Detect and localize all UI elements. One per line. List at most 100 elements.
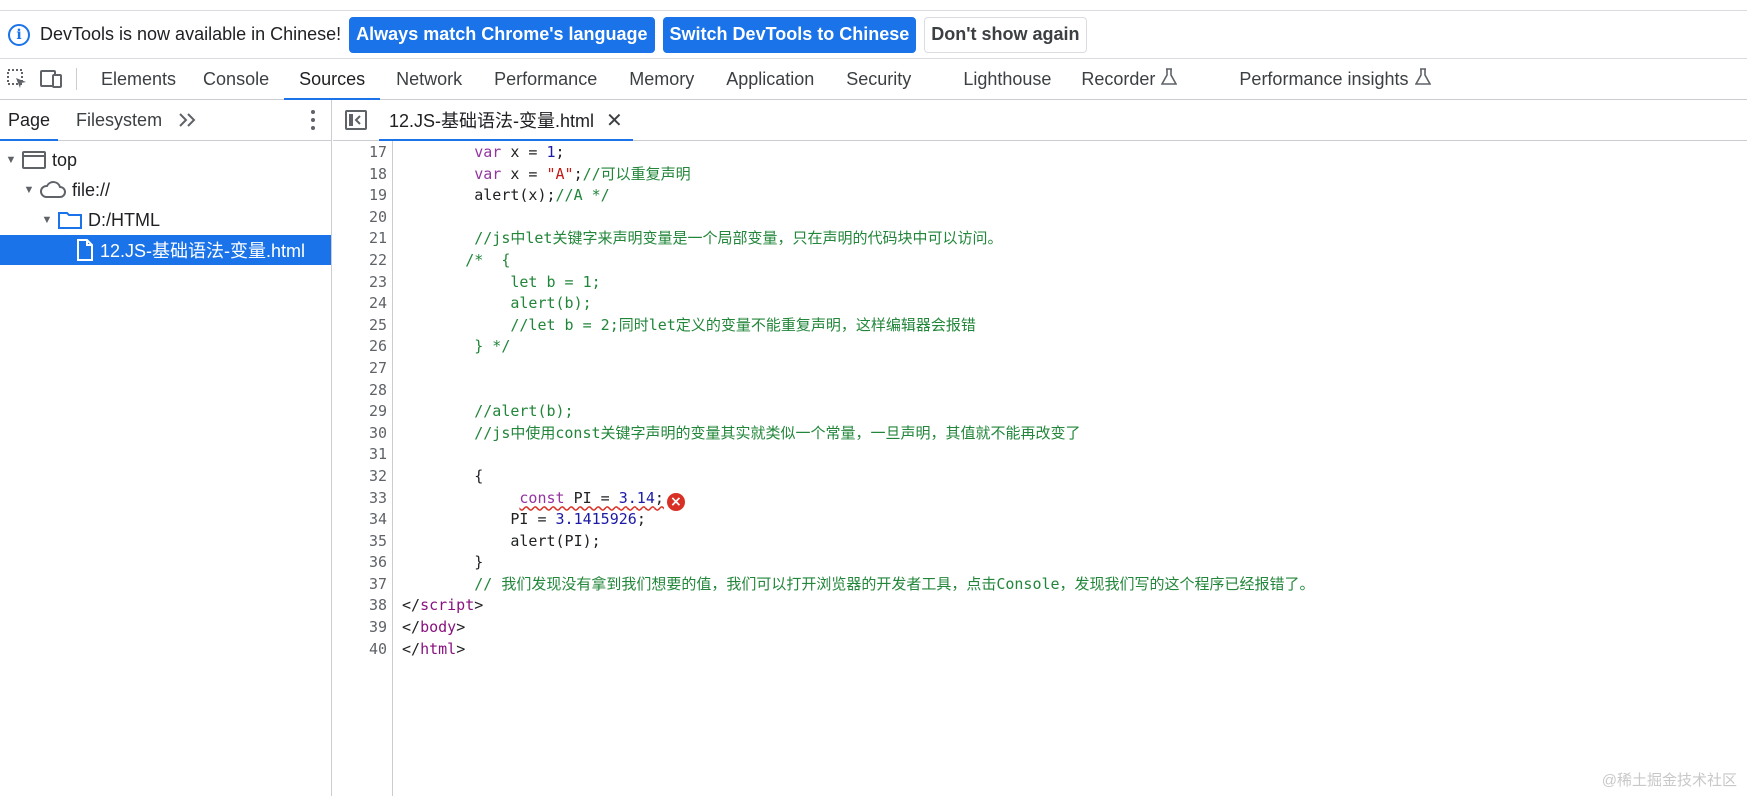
code-token: "A" <box>546 164 574 183</box>
line-number[interactable]: 37 <box>333 574 387 596</box>
code-line[interactable]: 36 } <box>333 552 483 574</box>
line-number[interactable]: 33 <box>333 488 387 510</box>
code-line[interactable]: 20 <box>333 207 387 229</box>
line-number[interactable]: 27 <box>333 358 387 380</box>
code-line[interactable]: 40 </html> <box>333 639 465 661</box>
toolbar-divider <box>76 68 77 90</box>
tab-recorder[interactable]: Recorder <box>1067 59 1191 99</box>
code-line[interactable]: 34 PI = 3.1415926; <box>333 509 646 531</box>
code-line[interactable]: 27 <box>333 358 387 380</box>
code-line[interactable]: 31 <box>333 444 387 466</box>
line-number[interactable]: 21 <box>333 228 387 250</box>
tab-application[interactable]: Application <box>710 59 830 99</box>
code-line[interactable]: 35 alert(PI); <box>333 531 601 553</box>
toggle-navigator-icon[interactable] <box>333 100 379 140</box>
code-line[interactable]: 37 // 我们发现没有拿到我们想要的值，我们可以打开浏览器的开发者工具，点击C… <box>333 574 1315 596</box>
source-editor: 12.JS-基础语法-变量.html ✕ 17 var x = 1; 18 var… <box>333 100 1747 796</box>
tab-security[interactable]: Security <box>830 59 927 99</box>
code-token: x = <box>501 164 547 183</box>
code-token: //可以重复声明 <box>582 164 691 183</box>
line-number[interactable]: 29 <box>333 401 387 423</box>
line-number[interactable]: 28 <box>333 380 387 402</box>
expand-triangle-icon[interactable]: ▼ <box>4 154 18 166</box>
line-number[interactable]: 20 <box>333 207 387 229</box>
tab-recorder-label: Recorder <box>1081 68 1156 89</box>
tab-network[interactable]: Network <box>380 59 478 99</box>
code-line[interactable]: 21 //js中let关键字来声明变量是一个局部变量，只在声明的代码块中可以访问… <box>333 228 1003 250</box>
code-line[interactable]: 28 <box>333 380 387 402</box>
code-text: } <box>402 552 483 574</box>
code-text: //alert(b); <box>402 401 573 423</box>
more-options-icon[interactable] <box>311 110 315 130</box>
line-number[interactable]: 25 <box>333 315 387 337</box>
tab-performance[interactable]: Performance <box>478 59 613 99</box>
code-line[interactable]: 30 //js中使用const关键字声明的变量其实就类似一个常量，一旦声明，其值… <box>333 423 1081 445</box>
always-match-language-button[interactable]: Always match Chrome's language <box>349 16 655 53</box>
tree-node-file[interactable]: 12.JS-基础语法-变量.html <box>0 235 331 265</box>
info-icon: i <box>8 23 30 46</box>
editor-file-tab[interactable]: 12.JS-基础语法-变量.html ✕ <box>379 100 633 141</box>
tree-node-folder[interactable]: ▼ D:/HTML <box>0 205 331 235</box>
code-text: { <box>402 466 483 488</box>
code-line[interactable]: 29 //alert(b); <box>333 401 574 423</box>
code-line[interactable]: 32 { <box>333 466 483 488</box>
tree-node-label: file:// <box>72 179 111 200</box>
dont-show-again-button[interactable]: Don't show again <box>924 16 1087 53</box>
line-number[interactable]: 36 <box>333 552 387 574</box>
line-number[interactable]: 38 <box>333 595 387 617</box>
line-number[interactable]: 30 <box>333 423 387 445</box>
line-number[interactable]: 34 <box>333 509 387 531</box>
code-line[interactable]: 24 alert(b); <box>333 293 592 315</box>
device-toolbar-icon[interactable] <box>34 59 68 99</box>
code-token: var <box>474 164 502 183</box>
code-line[interactable]: 26 } */ <box>333 336 510 358</box>
code-line[interactable]: 38 </script> <box>333 595 483 617</box>
line-number[interactable]: 22 <box>333 250 387 272</box>
code-line[interactable]: 17 var x = 1; <box>333 142 565 164</box>
code-text: //js中let关键字来声明变量是一个局部变量，只在声明的代码块中可以访问。 <box>402 228 1002 250</box>
expand-triangle-icon[interactable]: ▼ <box>22 184 36 196</box>
code-token: } <box>402 553 484 572</box>
line-number[interactable]: 19 <box>333 185 387 207</box>
switch-to-chinese-button[interactable]: Switch DevTools to Chinese <box>662 16 917 53</box>
tree-node-label: D:/HTML <box>88 209 160 230</box>
code-line[interactable]: 33 const PI = 3.14; × <box>333 488 685 512</box>
code-area[interactable]: 17 var x = 1; 18 var x = "A";//可以重复声明 19 a… <box>333 141 1747 796</box>
code-token: </ <box>402 596 421 615</box>
tab-performance-insights[interactable]: Performance insights <box>1191 59 1444 99</box>
expand-triangle-icon[interactable]: ▼ <box>40 214 54 226</box>
line-number[interactable]: 18 <box>333 164 387 186</box>
line-number[interactable]: 26 <box>333 336 387 358</box>
line-number[interactable]: 35 <box>333 531 387 553</box>
more-tabs-icon[interactable] <box>170 100 206 140</box>
code-text: alert(PI); <box>402 531 600 553</box>
line-number[interactable]: 40 <box>333 639 387 661</box>
line-number[interactable]: 17 <box>333 142 387 164</box>
tab-sources[interactable]: Sources <box>284 59 381 100</box>
code-line[interactable]: 18 var x = "A";//可以重复声明 <box>333 164 691 186</box>
code-line[interactable]: 19 alert(x);//A */ <box>333 185 610 207</box>
code-token: /* { <box>402 250 511 269</box>
tab-lighthouse[interactable]: Lighthouse <box>927 59 1067 99</box>
tab-memory[interactable]: Memory <box>613 59 710 99</box>
code-text: alert(b); <box>402 293 591 315</box>
tab-elements[interactable]: Elements <box>89 59 188 99</box>
line-number[interactable]: 32 <box>333 466 387 488</box>
code-line[interactable]: 25 //let b = 2;同时let定义的变量不能重复声明，这样编辑器会报错 <box>333 315 976 337</box>
error-icon[interactable]: × <box>666 493 685 512</box>
tab-page[interactable]: Page <box>0 100 59 141</box>
tab-filesystem[interactable]: Filesystem <box>58 100 170 140</box>
code-line[interactable]: 22 /* { <box>333 250 510 272</box>
code-line[interactable]: 39 </body> <box>333 617 465 639</box>
line-number[interactable]: 23 <box>333 272 387 294</box>
tree-node-file-origin[interactable]: ▼ file:// <box>0 175 331 205</box>
line-number[interactable]: 31 <box>333 444 387 466</box>
inspect-element-icon[interactable] <box>0 59 34 99</box>
line-number[interactable]: 24 <box>333 293 387 315</box>
tree-node-top[interactable]: ▼ top <box>0 145 331 175</box>
line-number[interactable]: 39 <box>333 617 387 639</box>
tab-console[interactable]: Console <box>188 59 284 99</box>
close-icon[interactable]: ✕ <box>606 108 623 133</box>
code-line[interactable]: 23 let b = 1; <box>333 272 601 294</box>
